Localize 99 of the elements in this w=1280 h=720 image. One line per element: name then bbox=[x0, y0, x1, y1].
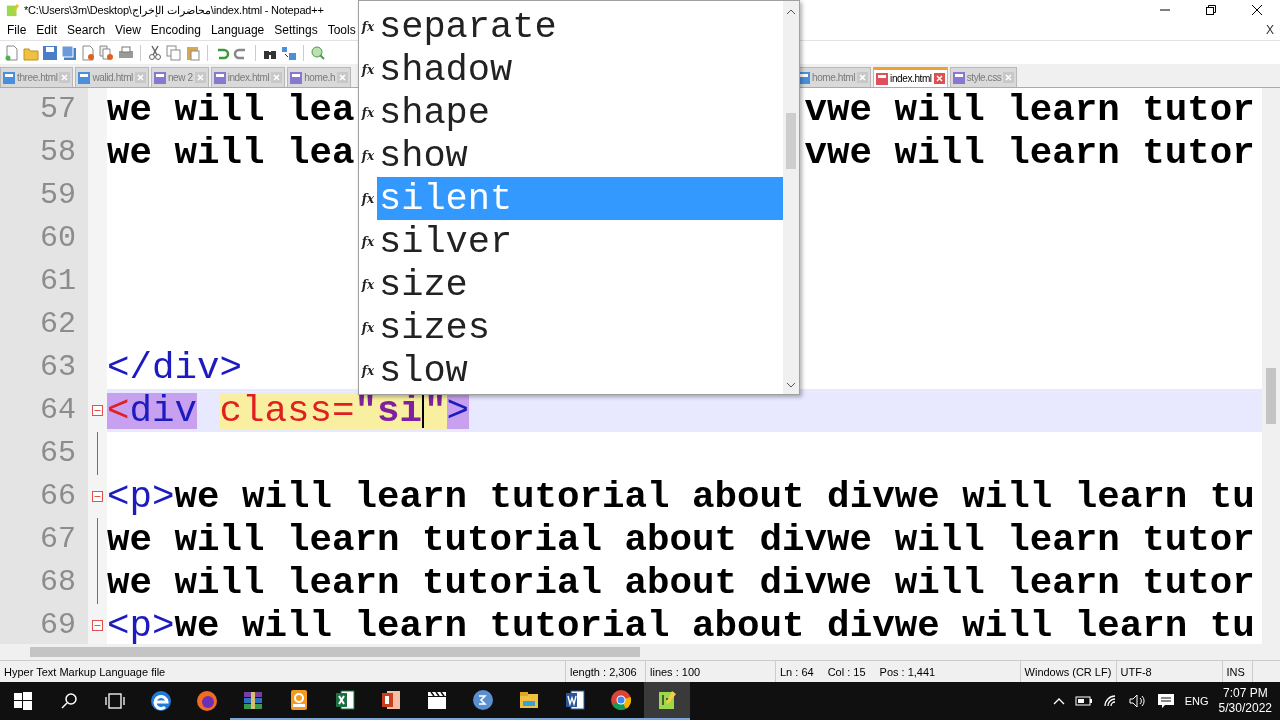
close-document-button[interactable]: X bbox=[1266, 23, 1274, 37]
html-tag: <p> bbox=[107, 607, 175, 644]
line-number: 64 bbox=[40, 392, 76, 429]
line-number: 67 bbox=[40, 521, 76, 558]
window-title: *C:\Users\3m\Desktop\محاضرات الإخراج\index.html - Notepad++ bbox=[24, 3, 324, 17]
line-number: 66 bbox=[40, 478, 76, 515]
menu-item[interactable]: Tools bbox=[322, 23, 361, 37]
fold-icon[interactable] bbox=[92, 491, 103, 502]
code-text: vwe will learn tutor bbox=[804, 134, 1255, 171]
function-icon: fx bbox=[359, 234, 377, 249]
save-icon[interactable] bbox=[42, 44, 58, 61]
line-number: 63 bbox=[40, 349, 76, 386]
suggestion-item[interactable]: shadow bbox=[377, 48, 783, 91]
line-number: 59 bbox=[40, 177, 76, 214]
excel-icon[interactable] bbox=[333, 688, 357, 712]
line-number: 60 bbox=[40, 220, 76, 257]
menu-item[interactable]: File bbox=[2, 23, 32, 37]
line-number: 62 bbox=[40, 306, 76, 343]
code-text: we will learn tutorial about divwe will learn tutor bbox=[107, 564, 1255, 601]
notepad-app-icon bbox=[6, 3, 20, 17]
line-number: 58 bbox=[40, 134, 76, 171]
scrollbar-thumb[interactable] bbox=[1266, 368, 1276, 424]
function-icon: fx bbox=[359, 62, 377, 77]
line-number: 68 bbox=[40, 564, 76, 601]
powerpoint-icon[interactable] bbox=[379, 688, 403, 712]
clock[interactable]: 7:07 PM 5/30/2022 bbox=[1218, 686, 1272, 716]
chevron-up-icon[interactable] bbox=[1052, 697, 1065, 705]
close-all-icon[interactable] bbox=[99, 44, 115, 61]
code-text: we will learn tutorial about divwe will learn tutor bbox=[107, 521, 1255, 558]
firefox-icon[interactable] bbox=[195, 689, 219, 713]
code-text: we will lea bbox=[107, 91, 355, 128]
function-icon: fx bbox=[359, 363, 377, 378]
horizontal-scrollbar[interactable] bbox=[0, 644, 1280, 660]
scrollbar-thumb[interactable] bbox=[30, 647, 640, 657]
task-view-icon[interactable] bbox=[105, 692, 125, 710]
matched-bracket: < bbox=[107, 392, 130, 429]
suggestion-item[interactable]: separate bbox=[377, 5, 783, 48]
popup-scrollbar[interactable] bbox=[783, 1, 799, 394]
line-number: 65 bbox=[40, 435, 76, 472]
menu-item[interactable]: Edit bbox=[31, 23, 63, 37]
code-text: we will learn tutorial about divwe will learn tu bbox=[174, 607, 1255, 644]
suggestion-item[interactable]: sizes bbox=[377, 306, 783, 349]
attribute-name: class= bbox=[219, 392, 355, 429]
paste-icon[interactable] bbox=[185, 44, 201, 61]
restore-icon[interactable] bbox=[1206, 5, 1216, 15]
suggestion-item[interactable]: silver bbox=[377, 220, 783, 263]
word-icon[interactable] bbox=[563, 688, 587, 712]
new-file-icon[interactable] bbox=[4, 44, 20, 61]
close-file-icon[interactable] bbox=[80, 44, 96, 61]
notification-icon[interactable] bbox=[1156, 693, 1175, 709]
function-icon: fx bbox=[359, 320, 377, 335]
column-position: Col : 15 bbox=[826, 664, 867, 680]
search-icon[interactable] bbox=[60, 692, 78, 710]
code-text: we will lea bbox=[107, 134, 355, 171]
line-position: Ln : 64 bbox=[779, 664, 815, 680]
html-tag: <p> bbox=[107, 478, 175, 515]
function-icon: fx bbox=[359, 105, 377, 120]
line-number: 69 bbox=[40, 607, 76, 644]
function-icon: fx bbox=[359, 191, 377, 206]
zoom-icon[interactable] bbox=[310, 44, 326, 61]
suggestion-item[interactable]: shape bbox=[377, 91, 783, 134]
matched-tag: div bbox=[129, 392, 198, 429]
suggestion-item[interactable]: show bbox=[377, 134, 783, 177]
code-text: vwe will learn tutor bbox=[804, 91, 1255, 128]
function-icon: fx bbox=[359, 148, 377, 163]
cut-icon[interactable] bbox=[147, 44, 163, 61]
function-icon: fx bbox=[359, 277, 377, 292]
scroll-down-icon[interactable] bbox=[786, 382, 796, 388]
print-icon[interactable] bbox=[118, 44, 134, 61]
battery-icon[interactable] bbox=[1074, 695, 1093, 707]
volume-icon[interactable] bbox=[1128, 694, 1147, 708]
copy-icon[interactable] bbox=[166, 44, 182, 61]
fold-icon[interactable] bbox=[92, 405, 103, 416]
line-number: 61 bbox=[40, 263, 76, 300]
edge-icon[interactable] bbox=[149, 689, 173, 713]
file-tab[interactable]: index.html bbox=[873, 67, 948, 87]
code-text: we will learn tutorial about divwe will learn tu bbox=[174, 478, 1255, 515]
html-tag: </div> bbox=[107, 349, 243, 386]
vertical-scrollbar[interactable] bbox=[1262, 88, 1280, 644]
scrollbar-thumb[interactable] bbox=[786, 113, 796, 169]
menu-item[interactable]: Settings bbox=[269, 23, 323, 37]
menu-item[interactable]: Language bbox=[205, 23, 270, 37]
menu-item[interactable]: Search bbox=[62, 23, 111, 37]
math-icon[interactable] bbox=[471, 688, 495, 712]
save-all-icon[interactable] bbox=[61, 44, 77, 61]
menu-item[interactable]: View bbox=[110, 23, 146, 37]
chrome-icon[interactable] bbox=[609, 688, 633, 712]
suggestion-item[interactable]: slow bbox=[377, 349, 783, 392]
language-indicator[interactable]: ENG bbox=[1184, 695, 1209, 707]
fold-icon[interactable] bbox=[92, 620, 103, 631]
close-tab-icon[interactable] bbox=[933, 73, 945, 84]
line-number: 57 bbox=[40, 91, 76, 128]
windows-logo-icon[interactable] bbox=[14, 692, 32, 710]
scroll-up-icon[interactable] bbox=[786, 9, 796, 15]
menu-item[interactable]: Encoding bbox=[145, 23, 206, 37]
suggestion-item[interactable]: size bbox=[377, 263, 783, 306]
close-icon[interactable] bbox=[1252, 5, 1262, 15]
function-icon: fx bbox=[359, 19, 377, 34]
text-caret bbox=[422, 393, 425, 428]
